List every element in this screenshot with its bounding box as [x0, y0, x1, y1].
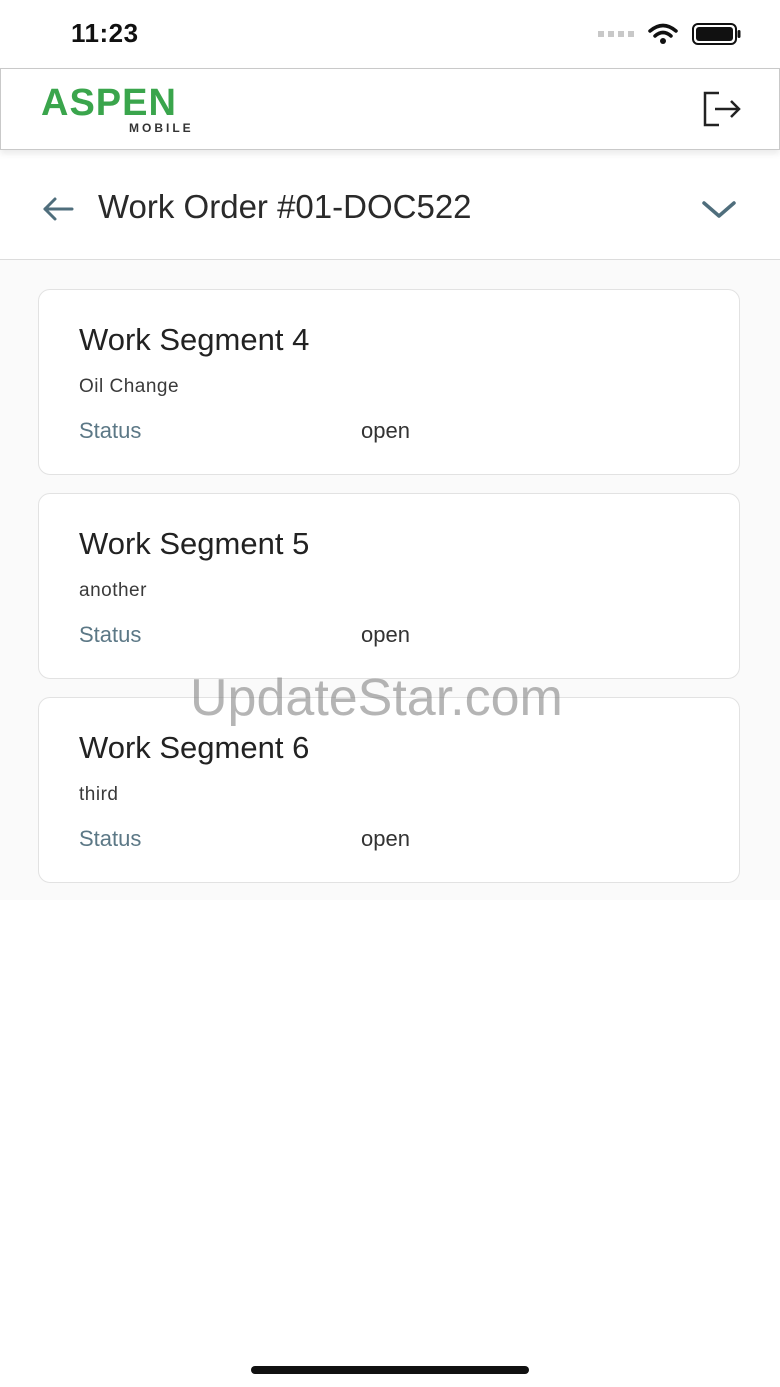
segment-title: Work Segment 6 [79, 730, 310, 765]
segment-description: another [79, 580, 147, 601]
status-label: Status [79, 622, 142, 647]
aspen-mobile-logo: ASPEN MOBILE [41, 82, 191, 135]
segment-description: third [79, 784, 119, 805]
logo-text: ASPEN [41, 82, 177, 124]
logout-icon [703, 91, 741, 127]
status-bar: 11:23 [0, 0, 780, 66]
app-header: ASPEN MOBILE [0, 68, 780, 150]
back-button[interactable] [40, 194, 76, 224]
status-value: open [361, 826, 410, 851]
expand-button[interactable] [700, 194, 738, 224]
wifi-icon [648, 23, 678, 44]
segment-list: Work Segment 4 Oil Change Status open Wo… [0, 260, 780, 900]
page-title: Work Order #01-DOC522 [98, 188, 472, 225]
logout-button[interactable] [701, 89, 743, 129]
segment-description: Oil Change [79, 376, 180, 397]
watermark: UpdateStar.com [190, 669, 563, 727]
status-label: Status [79, 826, 142, 851]
status-value: open [361, 418, 410, 443]
segment-card[interactable]: Work Segment 5 another Status open [38, 493, 740, 679]
status-icons [598, 22, 742, 46]
status-label: Status [79, 418, 142, 443]
cellular-icon [598, 31, 634, 37]
logo-subtext: MOBILE [129, 121, 194, 135]
status-time: 11:23 [71, 18, 139, 48]
segment-card[interactable]: Work Segment 4 Oil Change Status open [38, 289, 740, 475]
battery-icon [692, 23, 741, 45]
segment-title: Work Segment 5 [79, 526, 310, 561]
segment-title: Work Segment 4 [79, 322, 310, 357]
status-value: open [361, 622, 410, 647]
home-indicator[interactable] [251, 1366, 529, 1374]
chevron-down-icon [702, 201, 736, 218]
work-order-header: Work Order #01-DOC522 [0, 160, 780, 260]
arrow-left-icon [43, 197, 74, 221]
